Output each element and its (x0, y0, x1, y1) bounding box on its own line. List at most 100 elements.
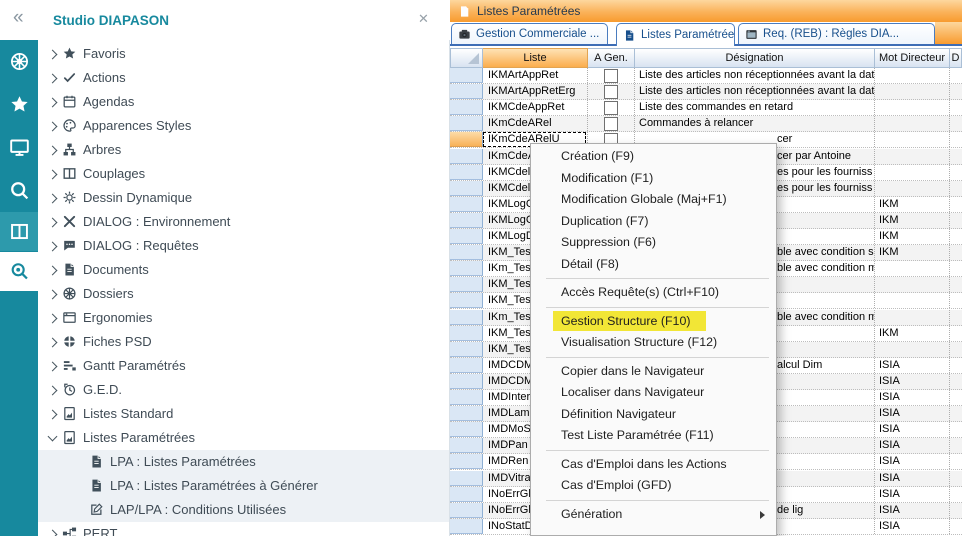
tree-item[interactable]: DIALOG : Requêtes (38, 234, 449, 258)
tree-item[interactable]: Documents (38, 258, 449, 282)
menu-item-d-tail-f8[interactable]: Détail (F8) (531, 254, 776, 276)
menu-item-d-finition-navigateur[interactable]: Définition Navigateur (531, 404, 776, 426)
tree-item[interactable]: G.E.D. (38, 378, 449, 402)
chevron-right-icon[interactable] (48, 50, 58, 60)
tab-req-reb-r-gles-dia[interactable]: Req. (REB) : Règles DIA... (738, 23, 935, 44)
tree-item[interactable]: Arbres (38, 138, 449, 162)
row-selector[interactable] (450, 487, 483, 502)
rail-tile-pin-search-icon[interactable] (0, 252, 38, 291)
chevron-right-icon[interactable] (48, 74, 58, 84)
tree-item[interactable]: Actions (38, 66, 449, 90)
tree-item[interactable]: Agendas (38, 90, 449, 114)
table-row[interactable]: IKMCdeAppRetListe des commandes en retar… (450, 100, 962, 116)
tree-item[interactable]: Listes Standard (38, 402, 449, 426)
rail-tile-search-icon[interactable] (0, 171, 38, 210)
menu-item-gestion-structure-f10[interactable]: Gestion Structure (F10) (531, 311, 776, 333)
tree-item[interactable]: Dessin Dynamique (38, 186, 449, 210)
tab-listes-param-tr-es[interactable]: Listes Paramétrées (616, 23, 735, 46)
column-header-Désignation[interactable]: Désignation (635, 48, 875, 68)
tree-item[interactable]: Ergonomies (38, 306, 449, 330)
chevron-right-icon[interactable] (48, 410, 58, 420)
agen-checkbox[interactable] (604, 117, 618, 131)
menu-item-g-n-ration[interactable]: Génération (531, 504, 776, 526)
menu-item-localiser-dans-navigateur[interactable]: Localiser dans Navigateur (531, 382, 776, 404)
tree-child-item[interactable]: LPA : Listes Paramétrées à Générer (38, 474, 449, 498)
menu-item-modification-globale-maj-f1[interactable]: Modification Globale (Maj+F1) (531, 189, 776, 211)
row-selector[interactable] (450, 342, 483, 357)
tree-item[interactable]: Gantt Paramétrés (38, 354, 449, 378)
chevron-right-icon[interactable] (48, 362, 58, 372)
row-selector[interactable] (450, 471, 483, 486)
select-all-corner[interactable] (450, 48, 483, 68)
chevron-right-icon[interactable] (48, 194, 58, 204)
row-selector[interactable] (450, 310, 483, 325)
tree-item[interactable]: Couplages (38, 162, 449, 186)
row-selector[interactable] (450, 454, 483, 469)
agen-checkbox[interactable] (604, 69, 618, 83)
chevron-right-icon[interactable] (48, 242, 58, 252)
tree-child-item[interactable]: LPA : Listes Paramétrées (38, 450, 449, 474)
row-selector[interactable] (450, 374, 483, 389)
row-selector[interactable] (450, 213, 483, 228)
row-selector[interactable] (450, 100, 483, 115)
column-header-Mot Directeur[interactable]: Mot Directeur (875, 48, 950, 68)
chevron-right-icon[interactable] (48, 218, 58, 228)
row-selector[interactable] (450, 422, 483, 437)
row-selector[interactable] (450, 390, 483, 405)
tree-item[interactable]: Fiches PSD (38, 330, 449, 354)
rail-tile-wheel-icon[interactable] (0, 42, 38, 81)
row-selector[interactable] (450, 245, 483, 260)
row-selector[interactable] (450, 181, 483, 196)
row-selector[interactable] (450, 326, 483, 341)
tree-item[interactable]: Listes Paramétrées (38, 426, 449, 450)
collapse-sidebar-icon[interactable]: « (13, 7, 24, 29)
chevron-right-icon[interactable] (48, 290, 58, 300)
rail-tile-panels-icon[interactable] (0, 212, 38, 251)
table-row[interactable]: IKmCdeARelCommandes à relancer (450, 116, 962, 132)
row-selector[interactable] (450, 68, 483, 83)
chevron-right-icon[interactable] (48, 386, 58, 396)
chevron-right-icon[interactable] (48, 122, 58, 132)
row-selector[interactable] (450, 261, 483, 276)
tree-item[interactable]: PERT (38, 522, 449, 536)
menu-item-cas-d-emploi-dans-les-actions[interactable]: Cas d'Emploi dans les Actions (531, 454, 776, 476)
agen-checkbox[interactable] (604, 85, 618, 99)
column-header-Liste[interactable]: Liste (483, 48, 588, 68)
row-selector[interactable] (450, 277, 483, 292)
menu-item-cr-ation-f9[interactable]: Création (F9) (531, 146, 776, 168)
tab-gestion-commerciale[interactable]: Gestion Commerciale ... (451, 23, 608, 44)
tree-item[interactable]: DIALOG : Environnement (38, 210, 449, 234)
menu-item-modification-f1[interactable]: Modification (F1) (531, 168, 776, 190)
menu-item-test-liste-param-tr-e-f11[interactable]: Test Liste Paramétrée (F11) (531, 425, 776, 447)
row-selector[interactable] (450, 438, 483, 453)
chevron-right-icon[interactable] (48, 146, 58, 156)
tree-item[interactable]: Dossiers (38, 282, 449, 306)
row-selector[interactable] (450, 358, 483, 373)
tree-item[interactable]: Apparences Styles (38, 114, 449, 138)
chevron-right-icon[interactable] (48, 170, 58, 180)
row-selector[interactable] (450, 519, 483, 534)
table-row[interactable]: IKMArtAppRetErgListe des articles non ré… (450, 84, 962, 100)
menu-item-acc-s-requ-te-s-ctrl-f10[interactable]: Accès Requête(s) (Ctrl+F10) (531, 282, 776, 304)
row-selector[interactable] (450, 116, 483, 131)
menu-item-cas-d-emploi-gfd[interactable]: Cas d'Emploi (GFD) (531, 475, 776, 497)
agen-checkbox[interactable] (604, 101, 618, 115)
table-row[interactable]: IKMArtAppRetListe des articles non récep… (450, 68, 962, 84)
row-selector[interactable] (450, 293, 483, 308)
chevron-down-icon[interactable] (48, 432, 58, 442)
menu-item-duplication-f7[interactable]: Duplication (F7) (531, 211, 776, 233)
chevron-right-icon[interactable] (48, 338, 58, 348)
row-selector[interactable] (450, 406, 483, 421)
row-selector[interactable] (450, 165, 483, 180)
close-panel-icon[interactable]: ✕ (418, 11, 429, 27)
chevron-right-icon[interactable] (48, 314, 58, 324)
row-selector[interactable] (450, 132, 483, 147)
chevron-right-icon[interactable] (48, 266, 58, 276)
row-selector[interactable] (450, 197, 483, 212)
rail-tile-star-icon[interactable] (0, 85, 38, 124)
column-header-D[interactable]: D (950, 48, 962, 68)
chevron-right-icon[interactable] (48, 530, 58, 536)
row-selector[interactable] (450, 503, 483, 518)
tree-item[interactable]: Favoris (38, 42, 449, 66)
menu-item-copier-dans-le-navigateur[interactable]: Copier dans le Navigateur (531, 361, 776, 383)
